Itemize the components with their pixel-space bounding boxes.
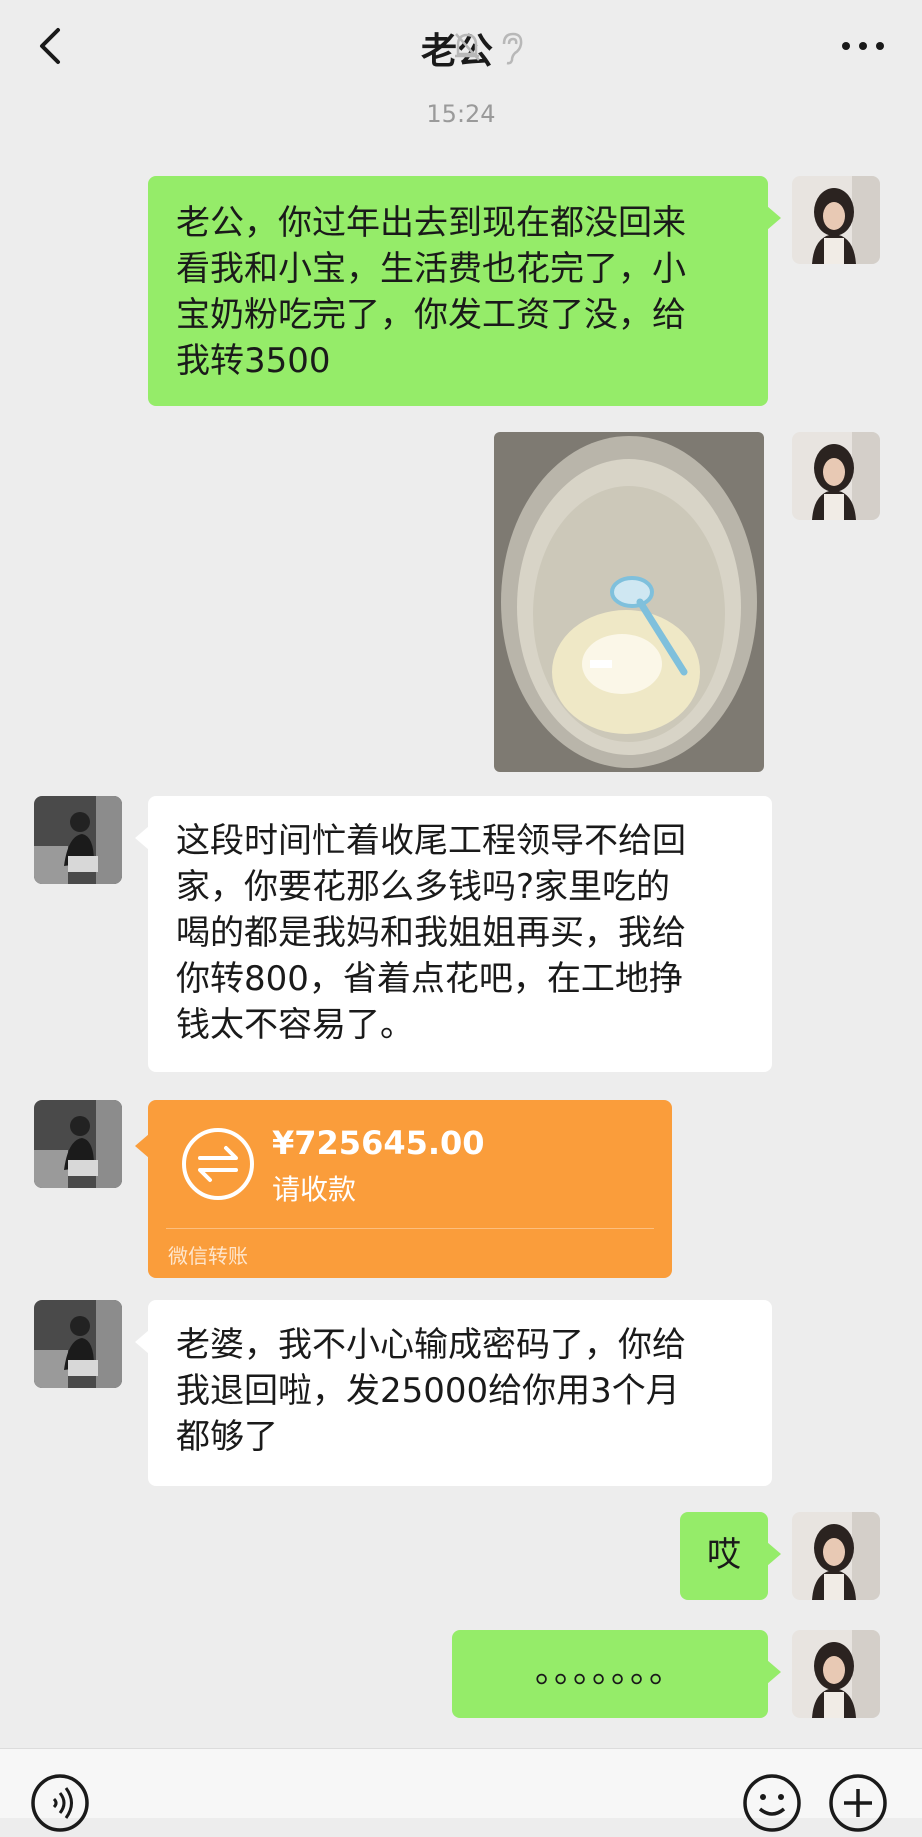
contact-avatar[interactable] [34,796,122,884]
my-avatar[interactable] [792,176,880,264]
contact-message-bubble[interactable]: 这段时间忙着收尾工程领导不给回 家，你要花那么多钱吗?家里吃的 喝的都是我妈和我… [135,796,772,1072]
message-text: 老婆，我不小心输成密码了，你给 我退回啦，发25000给你用3个月 都够了 [176,1325,686,1457]
transfer-footer: 微信转账 [168,1244,248,1268]
contact-message-bubble[interactable]: 老婆，我不小心输成密码了，你给 我退回啦，发25000给你用3个月 都够了 [135,1300,772,1486]
voice-icon[interactable] [30,1773,90,1837]
message-text: 。。。。。。。 [535,1651,685,1691]
plus-icon[interactable] [828,1773,888,1837]
ear-icon [496,30,526,66]
bell-muted-icon [452,30,482,64]
input-bar [0,1748,922,1832]
more-dots-icon[interactable] [838,36,888,56]
my-avatar[interactable] [792,432,880,520]
my-avatar[interactable] [792,1630,880,1718]
my-message-bubble[interactable]: 老公，你过年出去到现在都没回来 看我和小宝，生活费也花完了，小 宝奶粉吃完了，你… [148,176,781,406]
my-avatar[interactable] [792,1512,880,1600]
message-text: 这段时间忙着收尾工程领导不给回 家，你要花那么多钱吗?家里吃的 喝的都是我妈和我… [176,821,686,1045]
contact-avatar[interactable] [34,1300,122,1388]
transfer-divider [166,1228,654,1229]
emoji-icon[interactable] [742,1773,802,1837]
timestamp: 15:24 [426,100,496,128]
transfer-card[interactable]: ¥725645.00 请收款 微信转账 [135,1100,672,1278]
contact-avatar[interactable] [34,1100,122,1188]
my-message-bubble[interactable]: 。。。。。。。 [452,1630,781,1718]
message-text: 老公，你过年出去到现在都没回来 看我和小宝，生活费也花完了，小 宝奶粉吃完了，你… [176,203,686,381]
my-message-bubble[interactable]: 哎 [680,1512,781,1600]
transfer-status: 请收款 [272,1173,357,1206]
transfer-arrows-icon [180,1126,256,1202]
milk-powder-photo[interactable] [494,432,764,772]
message-text: 哎 [707,1535,741,1575]
transfer-amount: ¥725645.00 [272,1124,485,1162]
chat-header: 老公 [0,0,922,100]
